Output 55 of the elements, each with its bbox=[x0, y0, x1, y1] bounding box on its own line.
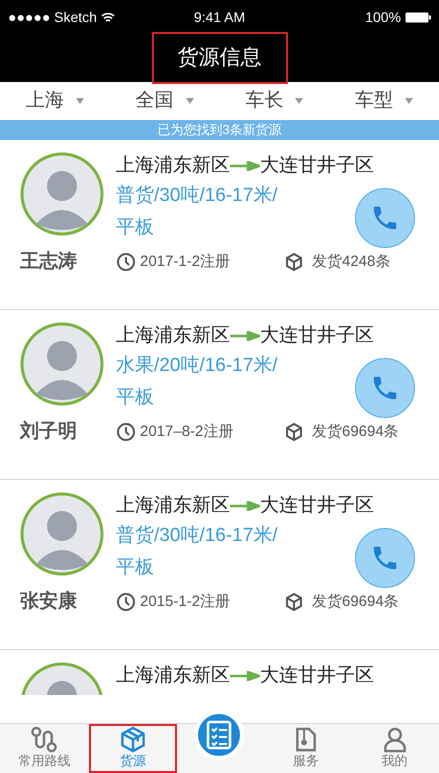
cargo-text: 普货/30吨/16-17米/平板 bbox=[116, 184, 279, 240]
caret-icon bbox=[295, 98, 304, 104]
registered-date: 2015-1-2注册 bbox=[140, 592, 232, 612]
tab-item[interactable]: 货源 bbox=[88, 724, 178, 773]
caret-icon bbox=[405, 98, 414, 104]
filter-dropdown[interactable]: 车型 bbox=[329, 86, 439, 116]
clock-icon bbox=[116, 422, 136, 442]
destination-text: 大连甘井子区 bbox=[260, 324, 374, 348]
caret-icon bbox=[186, 98, 194, 104]
tab-item[interactable]: 我的 bbox=[350, 724, 439, 773]
caret-icon bbox=[76, 98, 84, 104]
avatar-icon bbox=[20, 152, 104, 236]
origin-text: 上海浦东新区 bbox=[116, 494, 230, 518]
arrow-icon bbox=[230, 331, 260, 341]
registered-date: 2017–8-2注册 bbox=[140, 422, 234, 442]
result-banner: 已为您找到3条新货源 bbox=[0, 120, 439, 140]
tab-item[interactable]: 服务 bbox=[262, 724, 350, 773]
origin-text: 上海浦东新区 bbox=[116, 154, 230, 178]
destination-text: 大连甘井子区 bbox=[260, 664, 374, 688]
cargo-text: 水果/20吨/16-17米/平板 bbox=[116, 354, 279, 410]
origin-text: 上海浦东新区 bbox=[116, 324, 230, 348]
arrow-icon bbox=[230, 671, 260, 681]
battery-text: 100% bbox=[365, 8, 401, 26]
carrier-text: ●●●●● Sketch bbox=[8, 8, 97, 26]
clock-icon bbox=[116, 252, 136, 272]
filter-dropdown[interactable]: 上海 bbox=[0, 86, 110, 116]
shipper-name: 王志涛 bbox=[20, 250, 78, 274]
shipper-name: 张安康 bbox=[20, 590, 78, 614]
shipment-count: 发货69694条 bbox=[312, 592, 399, 612]
arrow-icon bbox=[230, 501, 260, 511]
battery-icon bbox=[405, 12, 431, 22]
tab-item[interactable]: 常用路线 bbox=[0, 724, 89, 773]
page-title: 货源信息 bbox=[152, 32, 288, 84]
shipment-count: 发货4248条 bbox=[312, 252, 390, 272]
cargo-text: 普货/30吨/16-17米/平板 bbox=[116, 524, 279, 580]
wifi-icon bbox=[100, 12, 115, 22]
route-icon bbox=[30, 726, 58, 753]
avatar-icon bbox=[20, 492, 104, 576]
cube-icon bbox=[284, 252, 304, 272]
filter-dropdown[interactable]: 车长 bbox=[220, 86, 330, 116]
shipper-name: 刘子明 bbox=[20, 420, 78, 444]
shipment-count: 发货69694条 bbox=[312, 422, 399, 442]
cube-icon bbox=[284, 422, 304, 442]
arrow-icon bbox=[230, 161, 260, 171]
destination-text: 大连甘井子区 bbox=[260, 154, 374, 178]
checklist-icon bbox=[206, 720, 232, 750]
registered-date: 2017-1-2注册 bbox=[140, 252, 232, 272]
clock-text: 9:41 AM bbox=[194, 8, 246, 26]
box-icon bbox=[118, 726, 147, 753]
cube-icon bbox=[284, 592, 304, 612]
clock-icon bbox=[116, 592, 136, 612]
avatar-icon bbox=[20, 322, 104, 406]
filter-dropdown[interactable]: 全国 bbox=[110, 86, 220, 116]
destination-text: 大连甘井子区 bbox=[260, 494, 374, 518]
origin-text: 上海浦东新区 bbox=[116, 664, 230, 688]
